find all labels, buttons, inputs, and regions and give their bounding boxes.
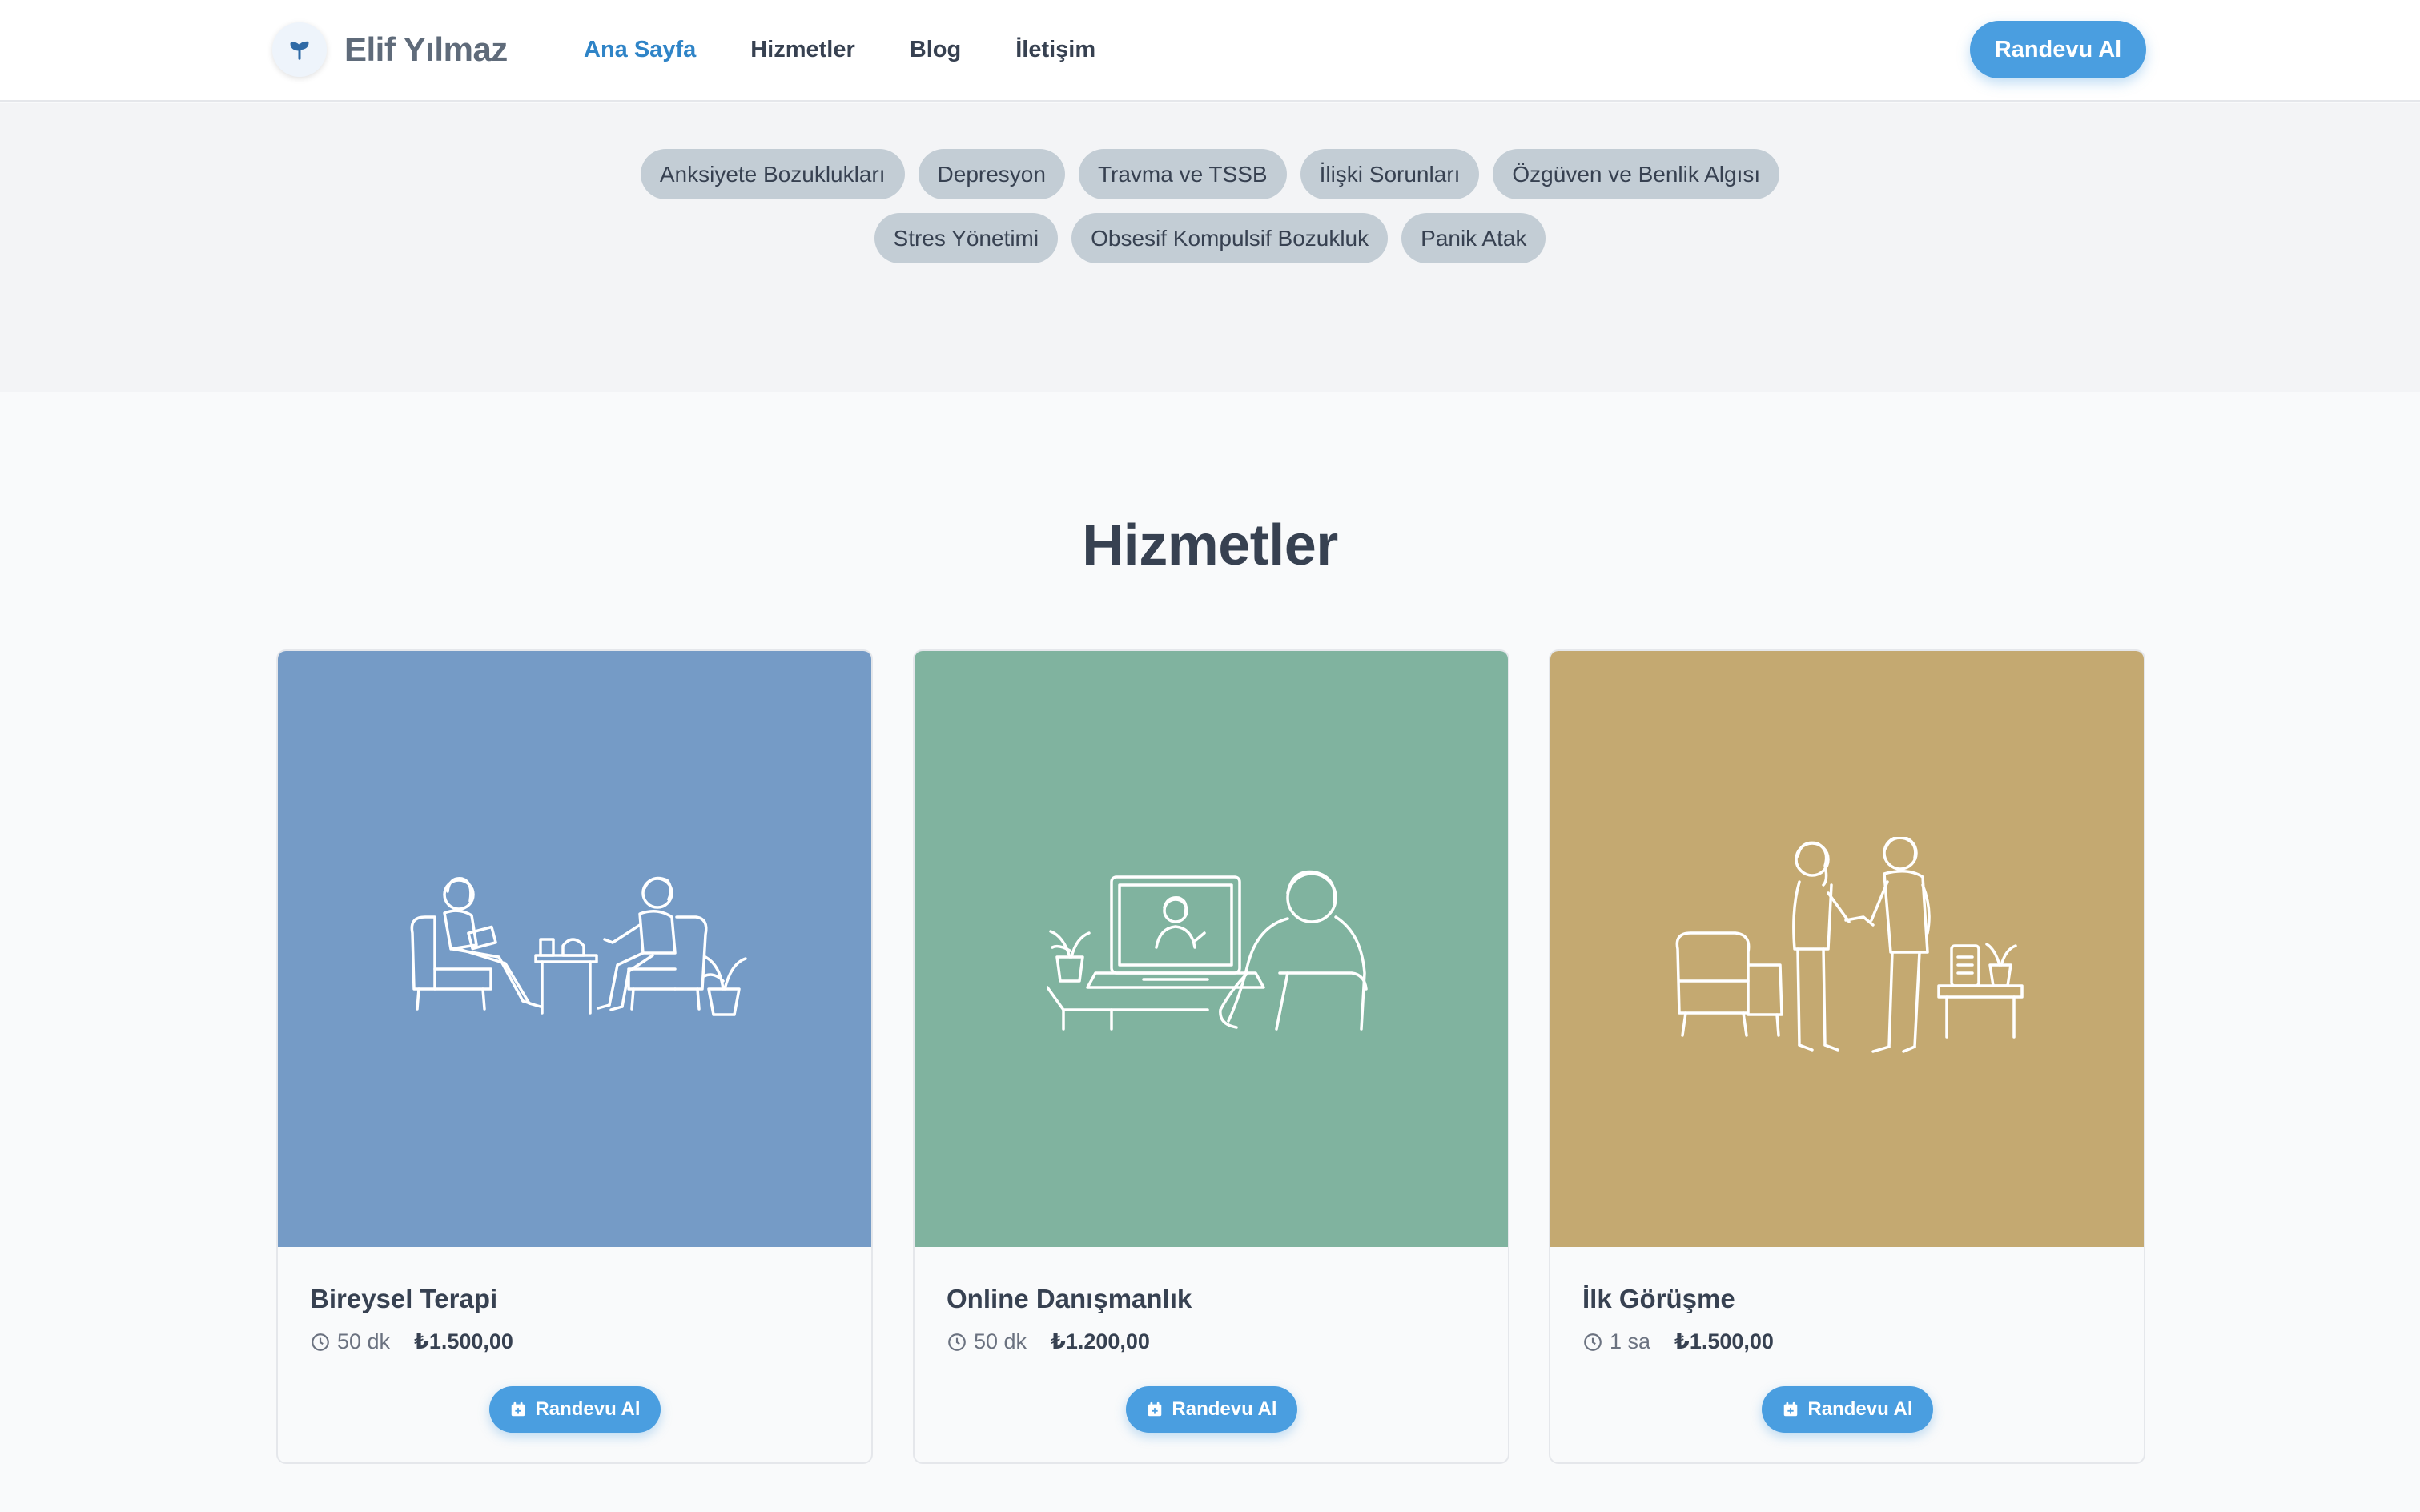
- service-duration: 1 sa: [1610, 1329, 1651, 1353]
- brand-name: Elif Yılmaz: [344, 30, 508, 68]
- therapy-session-illustration: [278, 651, 871, 1247]
- book-individual-button[interactable]: Randevu Al: [489, 1386, 661, 1433]
- service-title: Bireysel Terapi: [310, 1284, 498, 1313]
- nav-item-services[interactable]: Hizmetler: [750, 37, 855, 63]
- clock-icon: [947, 1332, 967, 1353]
- service-title: Online Danışmanlık: [947, 1284, 1192, 1313]
- tag-anxiety[interactable]: Anksiyete Bozuklukları: [640, 149, 905, 199]
- main-nav: Ana Sayfa Hizmetler Blog İletişim: [584, 30, 1150, 69]
- service-duration: 50 dk: [974, 1329, 1027, 1353]
- service-price: ₺1.200,00: [1051, 1329, 1150, 1353]
- book-appointment-button[interactable]: Randevu Al: [1970, 21, 2146, 78]
- service-meta: 50 dk ₺1.500,00: [310, 1329, 513, 1354]
- tag-row-2: Stres Yönetimi Obsesif Kompulsif Bozuklu…: [0, 213, 2420, 263]
- nav-item-contact[interactable]: İletişim: [1015, 37, 1095, 63]
- clock-icon: [1582, 1332, 1603, 1353]
- book-online-button[interactable]: Randevu Al: [1126, 1386, 1297, 1433]
- service-title: İlk Görüşme: [1582, 1284, 1735, 1313]
- service-card-first-meeting: İlk Görüşme 1 sa ₺1.500,00 Randevu Al: [1549, 649, 2145, 1464]
- tag-panic[interactable]: Panik Atak: [1401, 213, 1546, 263]
- handshake-illustration: [1550, 651, 2144, 1247]
- specialty-tags-section: Anksiyete Bozuklukları Depresyon Travma …: [0, 103, 2420, 392]
- service-price: ₺1.500,00: [1674, 1329, 1774, 1353]
- tag-trauma[interactable]: Travma ve TSSB: [1078, 149, 1287, 199]
- tag-stress[interactable]: Stres Yönetimi: [874, 213, 1059, 263]
- services-title: Hizmetler: [1082, 513, 1338, 577]
- tag-depression[interactable]: Depresyon: [918, 149, 1065, 199]
- calendar-plus-icon: [509, 1401, 527, 1418]
- book-button-label: Randevu Al: [535, 1398, 641, 1420]
- book-first-meeting-button[interactable]: Randevu Al: [1762, 1386, 1933, 1433]
- sprout-icon: [272, 22, 327, 77]
- online-session-illustration: [915, 651, 1508, 1247]
- service-meta: 50 dk ₺1.200,00: [947, 1329, 1150, 1354]
- book-button-label: Randevu Al: [1172, 1398, 1277, 1420]
- site-header: Elif Yılmaz Ana Sayfa Hizmetler Blog İle…: [0, 0, 2420, 102]
- clock-icon: [310, 1332, 331, 1353]
- tag-row-1: Anksiyete Bozuklukları Depresyon Travma …: [0, 149, 2420, 199]
- service-card-online: Online Danışmanlık 50 dk ₺1.200,00 Rande…: [913, 649, 1509, 1464]
- service-duration: 50 dk: [337, 1329, 391, 1353]
- tag-ocd[interactable]: Obsesif Kompulsif Bozukluk: [1071, 213, 1389, 263]
- book-button-label: Randevu Al: [1807, 1398, 1913, 1420]
- service-price: ₺1.500,00: [414, 1329, 513, 1353]
- brand-logo[interactable]: Elif Yılmaz: [272, 22, 508, 77]
- calendar-plus-icon: [1782, 1401, 1799, 1418]
- service-card-individual: Bireysel Terapi 50 dk ₺1.500,00 Randevu …: [276, 649, 873, 1464]
- calendar-plus-icon: [1146, 1401, 1164, 1418]
- tag-self-esteem[interactable]: Özgüven ve Benlik Algısı: [1493, 149, 1780, 199]
- nav-item-home[interactable]: Ana Sayfa: [584, 37, 696, 63]
- tag-relationships[interactable]: İlişki Sorunları: [1300, 149, 1480, 199]
- service-meta: 1 sa ₺1.500,00: [1582, 1329, 1774, 1354]
- nav-item-blog[interactable]: Blog: [910, 37, 961, 63]
